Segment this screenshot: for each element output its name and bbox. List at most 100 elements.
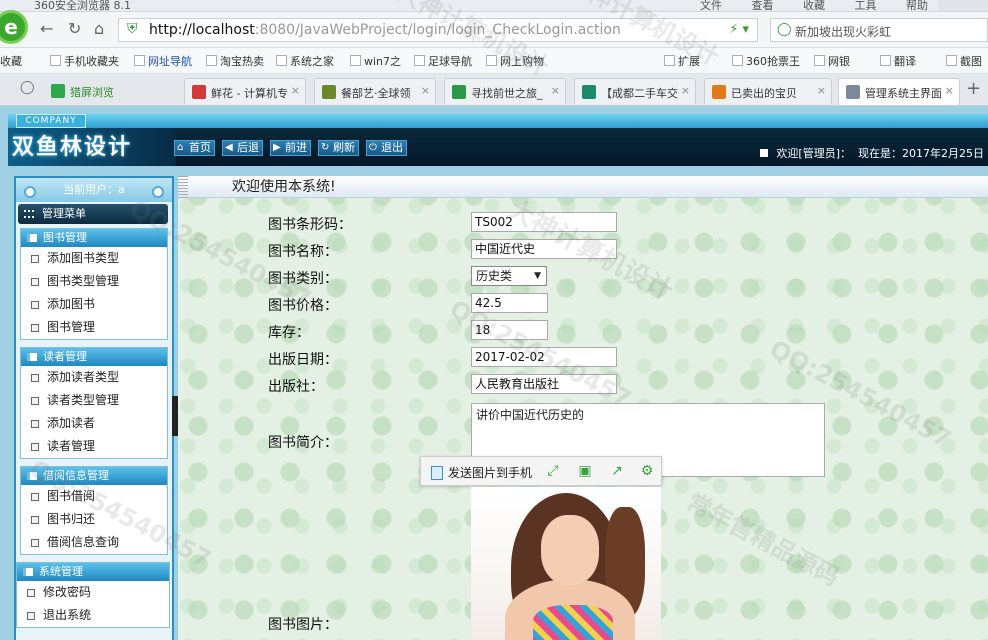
close-icon[interactable]: × [291,84,300,97]
bookmark-bank[interactable]: 网银 [814,53,850,69]
menu-tools[interactable]: 工具 [855,0,877,11]
close-icon[interactable]: × [945,84,954,97]
close-icon[interactable]: × [817,84,826,97]
home-button[interactable]: ⌂ 首页 [174,140,215,156]
folder-icon [27,234,37,242]
menu-add-book[interactable]: 添加图书 [21,293,167,316]
lightning-icon[interactable]: ⚡ ▾ [729,22,749,37]
name-field[interactable]: 中国近代史 [471,239,617,259]
group-title-borrow[interactable]: 借阅信息管理 [21,467,167,485]
tab-5[interactable]: 已卖出的宝贝 × [704,78,832,104]
back-arrow-icon[interactable]: ← [40,19,53,38]
group-title-system[interactable]: 系统管理 [17,563,169,581]
document-icon [31,255,39,263]
bookmark-screenshot[interactable]: 截图 [946,53,982,69]
stock-field[interactable]: 18 [471,320,548,340]
menu-change-password[interactable]: 修改密码 [17,581,169,604]
tab-0[interactable]: 猎屏浏览 [44,78,174,104]
new-tab-icon[interactable]: + [966,78,981,99]
tab-3[interactable]: 寻找前世之旅_ × [444,78,566,104]
logout-button[interactable]: ⏻ 退出 [366,140,407,156]
bookmark-win7[interactable]: win7之 [350,53,401,69]
bookmark-shopping[interactable]: 网上购物 [486,53,544,69]
document-icon [31,443,39,451]
menu-reader-manage[interactable]: 读者管理 [21,435,167,458]
menu-borrow-book[interactable]: 图书借阅 [21,485,167,508]
current-user: 当前用户：a [16,178,172,202]
page-icon [206,55,217,66]
company-tag: COMPANY [16,114,86,128]
menu-favorites[interactable]: 收藏 [803,0,825,11]
bookmark-extensions[interactable]: 扩展 [664,53,700,69]
page-icon [350,55,361,66]
close-icon[interactable]: × [421,84,430,97]
save-icon[interactable]: ▣ [577,463,593,479]
label-stock: 库存： [268,325,310,341]
barcode-field[interactable]: TS002 [471,212,617,232]
expand-icon[interactable]: ⤢ [545,463,561,479]
brand-logo: 双鱼林设计 [12,134,133,160]
bookmarks-bar: 收藏 手机收藏夹 网址导航 淘宝热卖 系统之家 win7之 足球导航 网上购物 … [0,48,988,74]
close-icon[interactable]: × [551,84,560,97]
home-icon[interactable]: ⌂ [94,19,104,38]
menu-book-manage[interactable]: 图书管理 [21,316,167,339]
menu-file[interactable]: 文件 [700,0,722,11]
bookmark-translate[interactable]: 翻译 [880,53,916,69]
bookmark-nav[interactable]: 网址导航 [134,53,192,69]
url-input[interactable]: ⛨ http://localhost:8080/JavaWebProject/l… [118,18,758,42]
app-page: COMPANY 双鱼林设计 ⌂ 首页 ◀ 后退 ▶ 前进 ↻ 刷新 ⏻ 退出 欢迎[管理员… [0,106,988,640]
group-title-reader[interactable]: 读者管理 [21,348,167,366]
menu-borrow-query[interactable]: 借阅信息查询 [21,531,167,554]
home-icon: ⌂ [177,142,184,153]
power-icon: ⏻ [369,142,377,153]
type-select[interactable]: 历史类 ▼ [471,266,547,286]
menu-return-book[interactable]: 图书归还 [21,508,167,531]
tab-favicon [846,85,860,99]
tab-2[interactable]: 餐部艺·全球领 × [314,78,436,104]
document-icon [31,539,39,547]
back-button[interactable]: ◀ 后退 [222,140,263,156]
search-input[interactable]: ◯ 新加坡出现火彩虹 [770,18,988,42]
menu-reader-type-manage[interactable]: 读者类型管理 [21,389,167,412]
close-icon[interactable]: × [681,84,690,97]
bookmark-mobile[interactable]: 手机收藏夹 [50,53,119,69]
menu-view[interactable]: 查看 [752,0,774,11]
tab-1[interactable]: 鲜花 - 计算机专 × [184,78,306,104]
dropdown-arrow-icon: ▼ [534,271,541,281]
tab-favicon [51,84,65,98]
price-field[interactable]: 42.5 [471,293,548,313]
menu-add-book-type[interactable]: 添加图书类型 [21,247,167,270]
sidebar: 当前用户：a 管理菜单 图书管理 添加图书类型 图书类型管理 添加图书 图书管理… [14,176,174,640]
group-title-book[interactable]: 图书管理 [21,229,167,247]
tab-4[interactable]: 【成都二手车交 × [574,78,696,104]
label-name: 图书名称： [268,244,338,260]
main-title: 欢迎使用本系统! [178,176,988,198]
bookmark-tickets[interactable]: 360抢票王 [732,53,800,69]
menu-help[interactable]: 帮助 [906,0,928,11]
forward-button[interactable]: ▶ 前进 [270,140,311,156]
menu-book-type-manage[interactable]: 图书类型管理 [21,270,167,293]
bookmark-favorites[interactable]: 收藏 [0,53,22,69]
menu-exit-system[interactable]: 退出系统 [17,604,169,627]
bookmark-football[interactable]: 足球导航 [414,53,472,69]
settings-gear-icon[interactable]: ⚙ [639,463,655,479]
refresh-icon[interactable]: ↻ [68,19,81,38]
menu-add-reader-type[interactable]: 添加读者类型 [21,366,167,389]
folder-icon [27,472,37,480]
label-photo: 图书图片： [268,617,338,633]
send-to-phone-button[interactable]: 发送图片到手机 [431,464,532,481]
bookmark-xitong[interactable]: 系统之家 [276,53,334,69]
label-intro: 图书简介： [268,435,338,451]
bookmark-taobao[interactable]: 淘宝热卖 [206,53,264,69]
menu-add-reader[interactable]: 添加读者 [21,412,167,435]
publisher-field[interactable]: 人民教育出版社 [471,374,617,394]
window-controls[interactable] [938,0,988,11]
knob-icon [24,186,36,198]
yen-icon [814,55,825,66]
share-icon[interactable]: ↗ [609,463,625,479]
tab-6-active[interactable]: 管理系统主界面 × [838,78,960,105]
folder-icon [23,568,33,576]
pubdate-field[interactable]: 2017-02-02 [471,347,617,367]
tab-list-icon[interactable]: ◯ [20,80,35,95]
refresh-button[interactable]: ↻ 刷新 [318,140,359,156]
